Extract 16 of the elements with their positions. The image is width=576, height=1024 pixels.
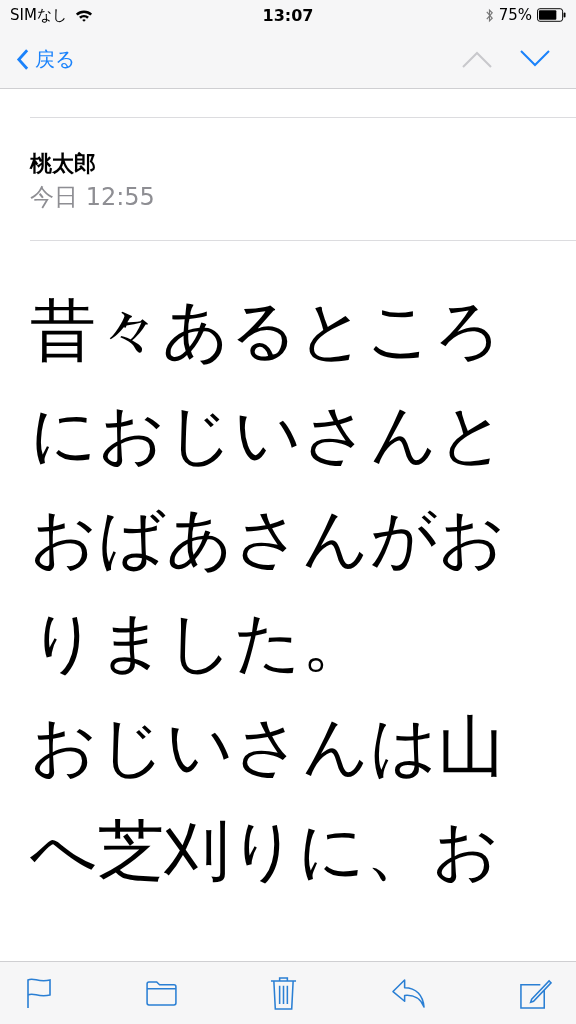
wifi-icon (74, 8, 93, 22)
message-paragraph: 昔々あるところにおじいさんとおばあさんがおりました。 (30, 291, 507, 683)
back-button[interactable]: 戻る (16, 45, 75, 73)
carrier-label: SIMなし (10, 5, 67, 25)
sender-name: 桃太郎 (30, 150, 97, 178)
reply-icon[interactable] (390, 977, 426, 1009)
message-paragraph: おじいさんは山へ芝刈りに、お (30, 707, 505, 891)
back-chevron-icon (16, 47, 29, 71)
message-date: 今日 12:55 (30, 182, 156, 213)
trash-icon[interactable] (270, 975, 297, 1011)
bluetooth-icon (484, 7, 494, 23)
battery-percent: 75% (498, 6, 532, 24)
flag-icon[interactable] (26, 977, 52, 1009)
clock-time: 13:07 (262, 5, 314, 25)
folder-icon[interactable] (145, 980, 177, 1006)
battery-icon (537, 8, 566, 22)
